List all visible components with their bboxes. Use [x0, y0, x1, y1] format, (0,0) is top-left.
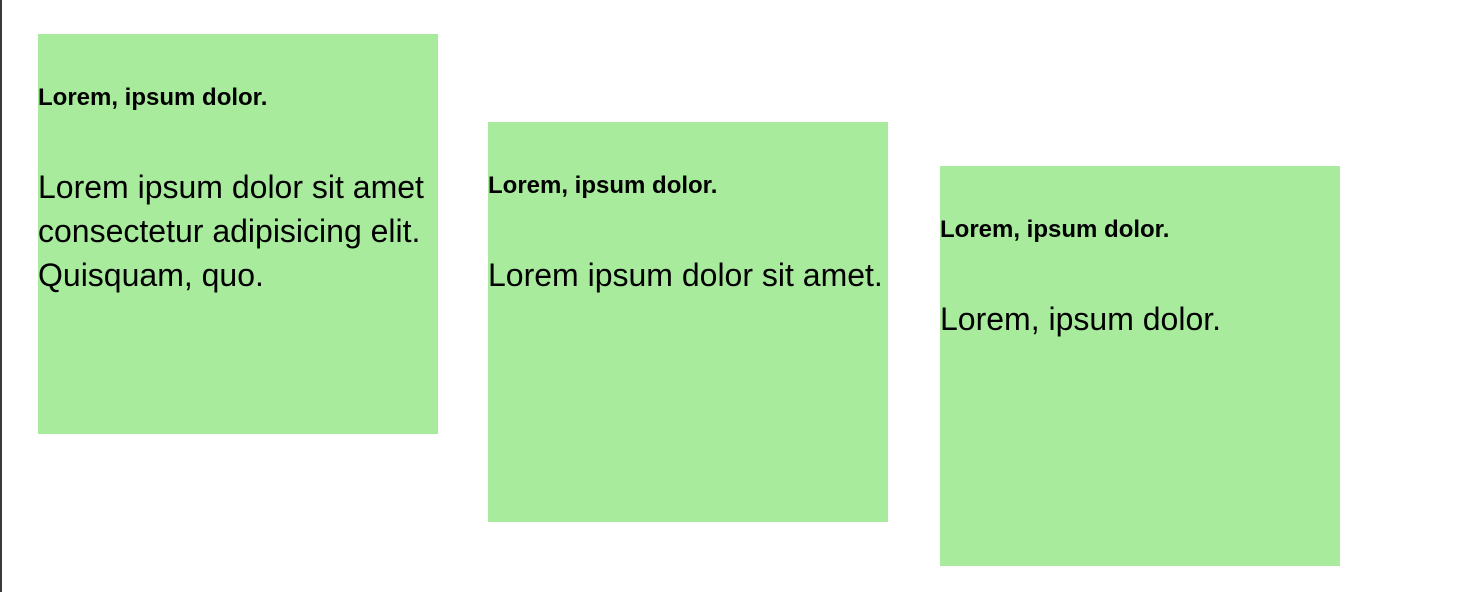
window-left-border [0, 0, 2, 592]
card-title: Lorem, ipsum dolor. [488, 172, 718, 199]
card-1: Lorem, ipsum dolor. Lorem ipsum dolor si… [38, 34, 438, 434]
card-text: Lorem ipsum dolor sit amet consectetur a… [38, 169, 424, 293]
card-text: Lorem, ipsum dolor. [940, 301, 1222, 337]
card-3: Lorem, ipsum dolor. Lorem, ipsum dolor. [940, 166, 1340, 566]
card-title: Lorem, ipsum dolor. [38, 84, 268, 111]
card-text: Lorem ipsum dolor sit amet. [488, 257, 883, 293]
card-2: Lorem, ipsum dolor. Lorem ipsum dolor si… [488, 122, 888, 522]
card-title: Lorem, ipsum dolor. [940, 216, 1170, 243]
